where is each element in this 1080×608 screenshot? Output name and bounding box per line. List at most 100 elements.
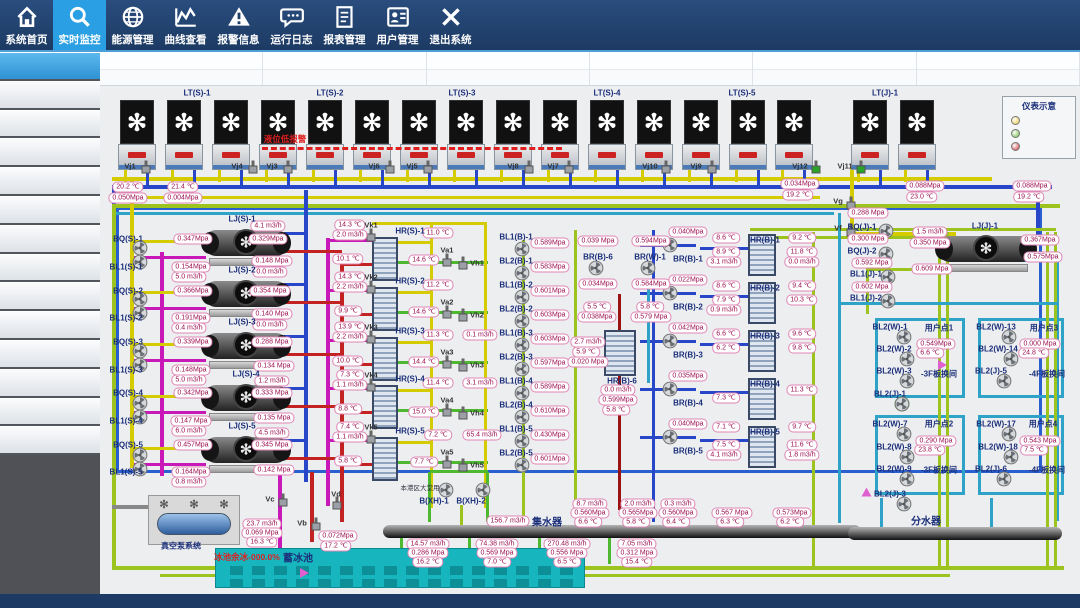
- pump-icon[interactable]: [896, 329, 912, 345]
- valve-icon[interactable]: [458, 458, 468, 472]
- sidebar-item-9[interactable]: [0, 311, 100, 340]
- valve-icon[interactable]: [811, 160, 821, 174]
- valve-icon[interactable]: [458, 308, 468, 322]
- cooling-tower[interactable]: [212, 100, 250, 170]
- pump-icon[interactable]: [996, 471, 1012, 487]
- valve-icon[interactable]: [278, 493, 288, 507]
- sidebar-item-7[interactable]: [0, 253, 100, 283]
- valve-icon[interactable]: [564, 160, 574, 174]
- valve-icon[interactable]: [524, 160, 534, 174]
- sidebar-item-1[interactable]: [0, 80, 100, 110]
- valve-icon[interactable]: [458, 406, 468, 420]
- valve-icon[interactable]: [442, 253, 452, 267]
- valve-icon[interactable]: [458, 256, 468, 270]
- toolbar-item-log[interactable]: 运行日志: [265, 0, 318, 50]
- pump-icon[interactable]: [996, 373, 1012, 389]
- sidebar-item-4[interactable]: [0, 167, 100, 196]
- cooling-tower[interactable]: [400, 100, 438, 170]
- vacuum-pump-system[interactable]: [148, 495, 240, 545]
- cooling-tower[interactable]: [729, 100, 767, 170]
- pump-icon[interactable]: [1003, 351, 1019, 367]
- cooling-tower[interactable]: [635, 100, 673, 170]
- pump-icon[interactable]: [132, 447, 148, 463]
- valve-icon[interactable]: [366, 430, 376, 444]
- valve-icon[interactable]: [442, 305, 452, 319]
- valve-icon[interactable]: [442, 455, 452, 469]
- cooling-tower[interactable]: [775, 100, 813, 170]
- sidebar-item-11[interactable]: [0, 368, 100, 398]
- pump-icon[interactable]: [514, 241, 530, 257]
- toolbar-item-globe[interactable]: 能源管理: [106, 0, 159, 50]
- toolbar-item-curve[interactable]: 曲线查看: [159, 0, 212, 50]
- cooling-tower[interactable]: [306, 100, 344, 170]
- pump-icon[interactable]: [514, 385, 530, 401]
- cooling-tower[interactable]: [353, 100, 391, 170]
- valve-icon[interactable]: [442, 403, 452, 417]
- pump-icon[interactable]: [896, 496, 912, 512]
- pump-icon[interactable]: [514, 361, 530, 377]
- cooling-tower[interactable]: [494, 100, 532, 170]
- sidebar-item-2[interactable]: [0, 109, 100, 139]
- sidebar-item-0[interactable]: [0, 52, 100, 81]
- pump-icon[interactable]: [880, 293, 896, 309]
- valve-icon[interactable]: [366, 378, 376, 392]
- pump-icon[interactable]: [1001, 426, 1017, 442]
- pump-icon[interactable]: [514, 433, 530, 449]
- pump-icon[interactable]: [899, 351, 915, 367]
- toolbar-item-home[interactable]: 系统首页: [0, 0, 53, 50]
- toolbar-item-user[interactable]: 用户管理: [371, 0, 424, 50]
- valve-icon[interactable]: [366, 280, 376, 294]
- toolbar-item-alarm[interactable]: 报警信息: [212, 0, 265, 50]
- pump-icon[interactable]: [640, 260, 656, 276]
- toolbar-item-monitor[interactable]: 实时监控: [53, 0, 106, 50]
- valve-icon[interactable]: [311, 517, 321, 531]
- cooling-tower[interactable]: [588, 100, 626, 170]
- pump-icon[interactable]: [514, 265, 530, 281]
- sidebar-item-12[interactable]: [0, 397, 100, 427]
- pump-icon[interactable]: [662, 429, 678, 445]
- pump-icon[interactable]: [896, 426, 912, 442]
- pump-icon[interactable]: [588, 260, 604, 276]
- pump-icon[interactable]: [475, 482, 491, 498]
- sidebar-item-10[interactable]: [0, 339, 100, 369]
- valve-icon[interactable]: [248, 160, 258, 174]
- valve-icon[interactable]: [458, 358, 468, 372]
- pump-icon[interactable]: [514, 457, 530, 473]
- pump-icon[interactable]: [438, 482, 454, 498]
- valve-icon[interactable]: [366, 228, 376, 242]
- pump-icon[interactable]: [514, 289, 530, 305]
- heat-exchanger[interactable]: [372, 437, 398, 481]
- cooling-tower[interactable]: [165, 100, 203, 170]
- heat-exchanger[interactable]: [604, 330, 636, 376]
- cooling-tower[interactable]: [851, 100, 889, 170]
- pump-icon[interactable]: [1003, 449, 1019, 465]
- pump-icon[interactable]: [514, 337, 530, 353]
- toolbar-item-report[interactable]: 报表管理: [318, 0, 371, 50]
- valve-icon[interactable]: [141, 160, 151, 174]
- pump-icon[interactable]: [662, 381, 678, 397]
- valve-icon[interactable]: [707, 160, 717, 174]
- sidebar-item-5[interactable]: [0, 195, 100, 225]
- pump-icon[interactable]: [514, 313, 530, 329]
- cooling-tower[interactable]: [541, 100, 579, 170]
- sidebar-item-6[interactable]: [0, 224, 100, 254]
- cooling-tower[interactable]: [447, 100, 485, 170]
- pump-icon[interactable]: [894, 396, 910, 412]
- pump-icon[interactable]: [514, 409, 530, 425]
- valve-icon[interactable]: [856, 160, 866, 174]
- sidebar-item-3[interactable]: [0, 138, 100, 168]
- sidebar-item-13[interactable]: [0, 426, 100, 456]
- pump-icon[interactable]: [899, 449, 915, 465]
- pump-icon[interactable]: [1001, 329, 1017, 345]
- valve-icon[interactable]: [442, 355, 452, 369]
- valve-icon[interactable]: [385, 160, 395, 174]
- cooling-tower[interactable]: [682, 100, 720, 170]
- valve-icon[interactable]: [423, 160, 433, 174]
- pump-icon[interactable]: [662, 333, 678, 349]
- pump-icon[interactable]: [899, 373, 915, 389]
- cooling-tower[interactable]: [118, 100, 156, 170]
- cooling-tower[interactable]: [898, 100, 936, 170]
- pump-icon[interactable]: [132, 395, 148, 411]
- toolbar-item-exit[interactable]: 退出系统: [424, 0, 477, 50]
- pump-icon[interactable]: [899, 471, 915, 487]
